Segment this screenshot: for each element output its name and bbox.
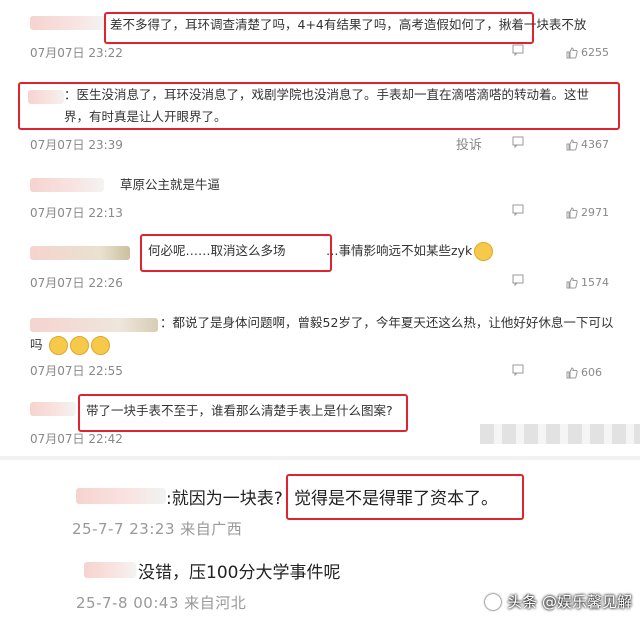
screenshot-divider (0, 456, 640, 460)
like-count: 4367 (581, 138, 609, 151)
emoji-icon (90, 336, 110, 355)
username-blurred[interactable] (76, 488, 166, 504)
reply-icon (512, 44, 524, 56)
like-button[interactable]: 606 (566, 366, 602, 379)
emoji-icon (48, 336, 68, 355)
like-button[interactable]: 4367 (566, 138, 609, 151)
like-button[interactable]: 1574 (566, 276, 609, 289)
comment-text-highlighted: 何必呢……取消这么多场 (148, 243, 286, 258)
like-count: 2971 (581, 206, 609, 219)
like-button[interactable]: 6255 (566, 46, 609, 59)
reply-button[interactable] (512, 364, 524, 376)
reply-button[interactable] (512, 204, 524, 216)
comment-date: 07月07日 23:22 (30, 46, 123, 60)
username-blurred[interactable] (30, 402, 76, 416)
comment-text: ：医生没消息了，耳环没消息了，戏剧学院也没消息了。手表却一直在滴嗒滴嗒的转动着。… (64, 87, 590, 124)
reply-button[interactable] (512, 274, 524, 286)
comment-text: ：都说了是身体问题啊，曾毅52岁了，今年夏天还这么热，让他好好休息一下可以吗 (30, 312, 618, 356)
reply-icon (512, 364, 524, 376)
comment-date: 07月07日 22:13 (30, 206, 123, 220)
like-count: 6255 (581, 46, 609, 59)
comment-date: 07月07日 22:26 (30, 276, 123, 290)
username-blurred[interactable] (30, 246, 130, 260)
like-button[interactable]: 2971 (566, 206, 609, 219)
username-blurred[interactable] (30, 178, 104, 192)
username-blurred[interactable] (30, 16, 106, 30)
comment-date: 07月07日 23:39 (30, 138, 123, 152)
thumbs-up-icon (566, 366, 578, 378)
watermark: 头条 @娱乐馨见解 (485, 591, 632, 612)
reply-icon (512, 204, 524, 216)
comment-text: 差不多得了，耳环调查清楚了吗，4+4有结果了吗，高考造假如何了，揪着一块表不放 (110, 17, 587, 32)
comment-date: 07月07日 22:55 (30, 364, 123, 378)
username-blurred[interactable] (84, 562, 136, 578)
thumbs-up-icon (566, 206, 578, 218)
comment-text: …事情影响远不如某些zyk (326, 240, 494, 262)
comment-text: 草原公主就是牛逼 (120, 177, 221, 192)
comment-meta: 25-7-8 00:43 来自河北 (76, 594, 247, 612)
comment-date: 07月07日 22:42 (30, 432, 123, 446)
thumbs-up-icon (566, 276, 578, 288)
comment-text-highlighted: 觉得是不是得罪了资本了。 (294, 489, 498, 509)
report-button[interactable]: 投诉 (456, 134, 482, 153)
comment-text: 没错，压100分大学事件呢 (138, 563, 341, 583)
like-count: 1574 (581, 276, 609, 289)
reply-button[interactable] (512, 44, 524, 56)
thumbs-up-icon (566, 46, 578, 58)
blurred-region (480, 424, 640, 444)
comment-text: 带了一块手表不至于，谁看那么清楚手表上是什么图案? (86, 403, 393, 418)
comment-text-rest: …事情影响远不如某些zyk (326, 243, 473, 258)
report-label: 投诉 (456, 138, 483, 153)
comment-text: :就因为一块表? (166, 489, 283, 509)
reply-icon (512, 136, 524, 148)
thumbs-up-icon (566, 138, 578, 150)
like-count: 606 (581, 366, 602, 379)
comment-meta: 25-7-7 23:23 来自广西 (72, 520, 243, 538)
emoji-icon (474, 242, 494, 261)
reply-icon (512, 274, 524, 286)
comment-text-body: ：都说了是身体问题啊，曾毅52岁了，今年夏天还这么热，让他好好休息一下可以吗 (30, 315, 614, 352)
watermark-text: 头条 @娱乐馨见解 (507, 593, 632, 611)
reply-button[interactable] (512, 136, 524, 148)
watermark-logo-icon (485, 593, 502, 610)
emoji-icon (69, 336, 89, 355)
